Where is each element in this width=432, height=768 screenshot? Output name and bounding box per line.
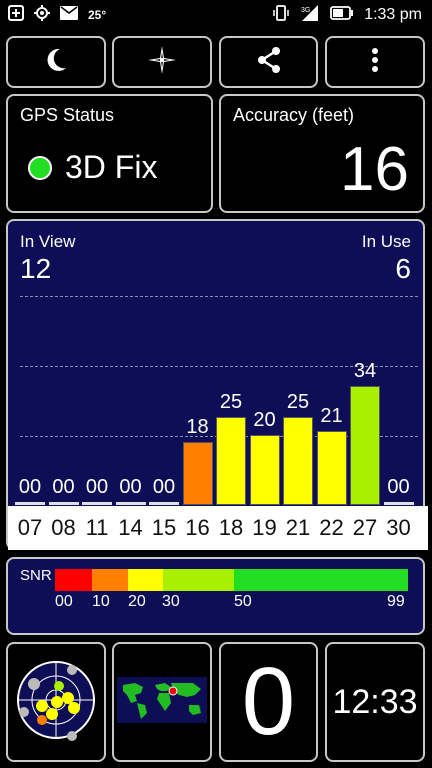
in-view-label: In View [20,232,76,251]
share-icon [254,45,284,80]
snr-bar-value: 18 [186,416,209,438]
status-time: 1:33 pm [364,6,422,23]
prn-label: 19 [252,515,277,540]
prn-label: 22 [319,515,344,540]
snr-bar-07 [15,502,45,505]
sat-count-value: 0 [241,648,296,755]
compass-button[interactable] [112,36,212,88]
snr-bar-14 [115,502,146,505]
snr-color-lime [163,569,234,591]
snr-color-orange [92,569,128,591]
snr-bar-16 [182,442,213,505]
status-bar: 25° 3G 1:33 pm [0,0,432,30]
snr-bar-19 [249,435,280,505]
accuracy-label: Accuracy (feet) [233,105,355,125]
prn-label: 07 [17,515,43,540]
snr-tick: 30 [162,593,180,610]
prn-label-row: 07 08 11 14 15 16 18 19 21 22 27 30 [8,506,428,550]
snr-bar-value: 25 [219,391,243,413]
snr-bar-18 [216,417,246,505]
snr-bar-value: 00 [119,476,142,498]
clock-value: 12:33 [332,682,418,721]
gps-status-card: GPS Status 3D Fix [6,94,213,213]
snr-bar-value: 34 [353,360,377,382]
satellite-chart-panel: In View 12 In Use 6 00 00 00 00 00 18 25 20 25 21… [6,219,428,550]
prn-label: 16 [185,515,210,540]
gps-status-label: GPS Status [20,105,115,125]
clock-card[interactable]: 12:33 [325,642,425,762]
snr-color-yellow [128,569,163,591]
compass-star-icon [147,45,177,80]
snr-bar-value: 00 [387,476,410,498]
battery-icon [330,5,354,25]
mail-icon [60,5,78,25]
chart-gridline [20,296,418,297]
status-bar-right: 3G 1:33 pm [272,0,422,30]
radar-button[interactable] [6,642,106,762]
add-notification-icon [8,4,24,26]
prn-label: 21 [285,515,311,540]
prn-label: 11 [85,515,109,540]
status-bar-left: 25° [8,0,106,30]
prn-label: 08 [51,515,76,540]
snr-color-green [234,569,408,591]
snr-tick: 10 [92,593,110,610]
location-target-icon [34,4,50,26]
prn-label: 30 [386,515,411,540]
fix-indicator-icon [28,156,52,180]
prn-label: 14 [118,515,143,540]
prn-label: 15 [151,515,177,540]
snr-tick: 50 [234,593,252,610]
snr-bar-value: 00 [152,476,176,498]
snr-bar-22 [316,431,347,505]
snr-bar-value: 20 [253,409,276,431]
map-button[interactable] [112,642,212,762]
snr-tick: 00 [55,593,73,610]
snr-label: SNR [20,567,52,584]
menu-button[interactable] [325,36,425,88]
moon-icon [42,46,70,79]
snr-bar-15 [149,502,179,505]
snr-bar-value: 00 [52,476,75,498]
accuracy-value: 16 [340,135,409,204]
snr-bar-value: 00 [85,476,109,498]
prn-label: 27 [352,515,378,540]
more-vert-icon [370,47,380,78]
in-view-count: 12 [20,253,52,284]
in-use-count: 6 [395,253,411,284]
world-map-icon [117,676,207,728]
snr-bar-30 [383,502,414,505]
snr-color-red [55,569,92,591]
snr-bar-value: 21 [320,405,343,427]
sky-radar-icon [12,656,100,749]
share-button[interactable] [219,36,318,88]
snr-bar-08 [48,502,79,505]
gps-status-value: 3D Fix [65,149,158,185]
accuracy-card: Accuracy (feet) 16 [219,94,425,213]
snr-bar-11 [82,502,112,505]
prn-label: 18 [218,515,244,540]
signal-3g-icon: 3G [300,4,320,27]
snr-tick: 20 [128,593,146,610]
snr-bar-value: 00 [18,476,42,498]
snr-bar-value: 25 [286,391,310,413]
snr-bar-27 [350,386,380,505]
snr-legend-panel: SNR 00 10 20 30 50 99 [6,557,425,635]
temperature-text: 25° [88,8,107,22]
svg-text:3G: 3G [301,7,310,14]
in-use-label: In Use [361,232,411,251]
snr-tick: 99 [387,593,405,610]
night-mode-button[interactable] [6,36,106,88]
satellite-count-card[interactable]: 0 [219,642,318,762]
vibrate-icon [272,4,290,27]
snr-bar-21 [283,417,313,505]
